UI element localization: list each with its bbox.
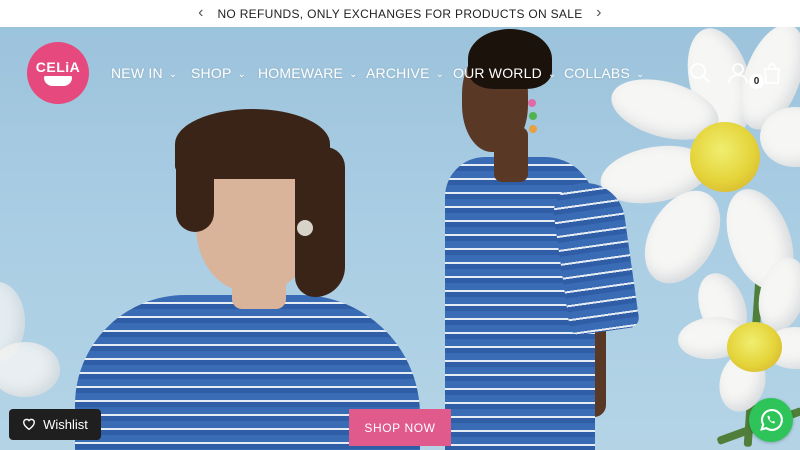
earring — [297, 220, 313, 236]
chevron-right-icon[interactable]: › — [590, 4, 608, 22]
shop-now-button[interactable]: SHOP NOW — [349, 409, 451, 446]
nav-label: COLLABS — [564, 65, 630, 81]
nav-label: ARCHIVE — [366, 65, 430, 81]
hero-banner[interactable] — [0, 27, 800, 450]
user-icon[interactable] — [726, 61, 750, 85]
nav-label: HOMEWARE — [258, 65, 344, 81]
wishlist-button[interactable]: Wishlist — [9, 409, 101, 440]
flower-center — [690, 122, 760, 192]
flower-center — [727, 322, 782, 372]
nav-label: NEW IN — [111, 65, 163, 81]
earring — [529, 112, 537, 120]
search-icon[interactable] — [688, 61, 712, 85]
logo-mark-icon — [44, 76, 72, 86]
logo-text: CELiA — [35, 59, 81, 75]
nav-item-shop[interactable]: SHOP ⌄ — [191, 65, 246, 81]
nav-item-collabs[interactable]: COLLABS ⌄ — [564, 65, 645, 81]
flower-petal — [0, 342, 60, 397]
chevron-down-icon: ⌄ — [435, 68, 445, 80]
nav-item-homeware[interactable]: HOMEWARE ⌄ — [258, 65, 358, 81]
brand-logo[interactable]: CELiA — [27, 42, 89, 104]
chevron-down-icon: ⌄ — [547, 68, 557, 80]
whatsapp-icon[interactable] — [749, 398, 793, 442]
chevron-down-icon: ⌄ — [349, 68, 358, 80]
nav-label: OUR WORLD — [453, 65, 542, 81]
nav-label: SHOP — [191, 65, 232, 81]
chevron-down-icon: ⌄ — [168, 68, 178, 80]
chevron-down-icon: ⌄ — [636, 68, 645, 80]
nav-item-new-in[interactable]: NEW IN ⌄ — [111, 65, 177, 81]
heart-icon — [22, 417, 36, 433]
nav-item-our-world[interactable]: OUR WORLD ⌄ — [453, 65, 557, 81]
earring — [528, 99, 536, 107]
earring — [529, 125, 537, 133]
announcement-text: NO REFUNDS, ONLY EXCHANGES FOR PRODUCTS … — [217, 6, 583, 21]
announcement-bar: ‹ NO REFUNDS, ONLY EXCHANGES FOR PRODUCT… — [0, 0, 800, 27]
wishlist-label: Wishlist — [43, 417, 88, 432]
chevron-down-icon: ⌄ — [237, 68, 247, 80]
hair — [176, 147, 214, 232]
cart-count-badge: 0 — [749, 74, 764, 89]
nav-item-archive[interactable]: ARCHIVE ⌄ — [366, 65, 444, 81]
chevron-left-icon[interactable]: ‹ — [192, 4, 210, 22]
